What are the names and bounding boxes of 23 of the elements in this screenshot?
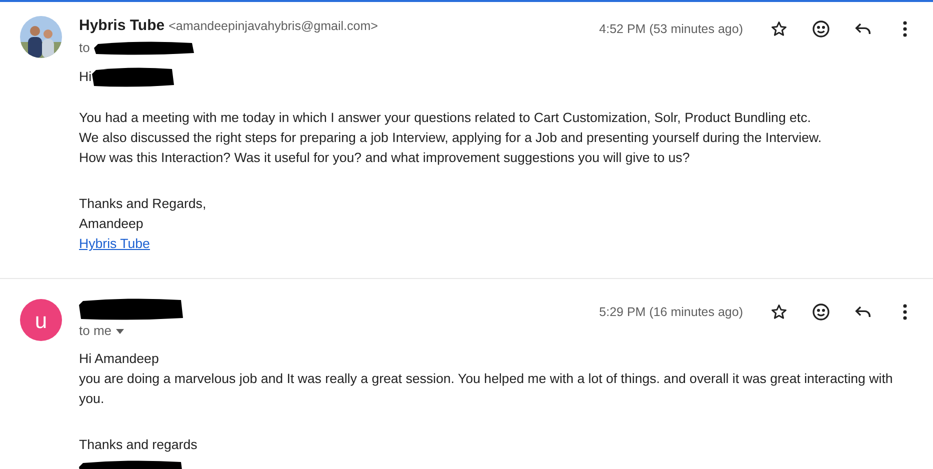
recipient-label: to (79, 39, 90, 58)
body-text: How was this Interaction? Was it useful for you? and what improvement suggestions you will give to us? (79, 149, 691, 167)
body-text: We also discussed the right steps for preparing a job Interview, applying for a Job and presenting yourself during the Interview. (79, 129, 823, 147)
timestamp: 4:52 PM (53 minutes ago) (599, 20, 743, 38)
timestamp: 5:29 PM (16 minutes ago) (599, 304, 743, 321)
sender-email: <amandeepinjavahybris@gmail.com> (168, 18, 378, 35)
signature-link[interactable]: Hybris Tube (79, 236, 150, 251)
recipient-label: to me (79, 322, 112, 340)
more-vertical-icon (903, 21, 907, 37)
smiley-icon (811, 19, 831, 39)
greeting-text: Hi Amandeep (79, 350, 159, 368)
star-icon (770, 303, 788, 321)
avatar: u (20, 299, 62, 341)
body-text: You had a meeting with me today in which I answer your questions related to Cart Customization, Solr, Product Bundling etc. (79, 109, 812, 127)
greeting-text: Hi (79, 68, 92, 86)
body-text: you are doing a marvelous job and It was really a great session. You helped me with a lot of things. and overall it was great interacting with you. (79, 370, 894, 408)
signoff-text: Thanks and Regards, (79, 195, 208, 213)
smiley-icon (811, 302, 831, 322)
more-vertical-icon (903, 304, 907, 320)
signoff-text: Thanks and regards (79, 436, 198, 454)
sender-name: Hybris Tube (79, 16, 165, 36)
star-icon (770, 20, 788, 38)
signoff-text: Amandeep (79, 215, 144, 233)
